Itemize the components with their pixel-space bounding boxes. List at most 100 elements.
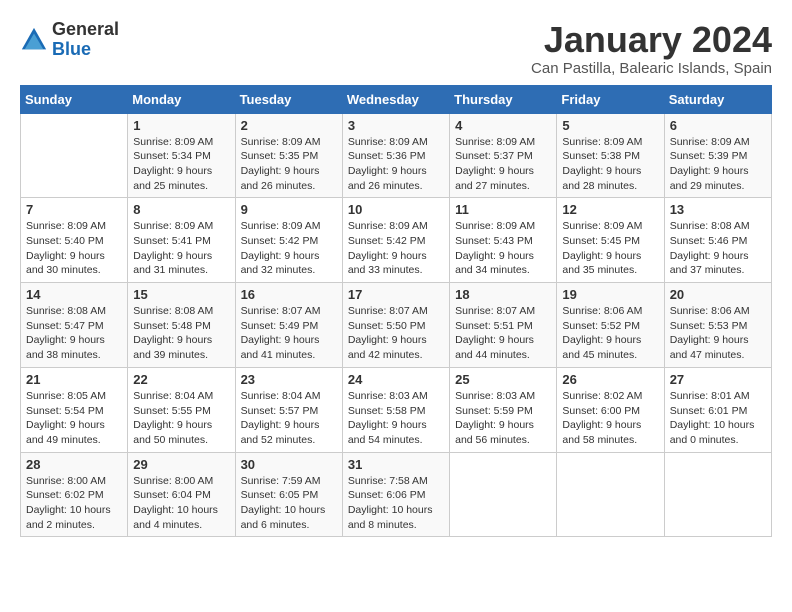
day-number: 8 [133, 202, 229, 217]
day-info: Sunrise: 8:04 AMSunset: 5:57 PMDaylight:… [241, 389, 337, 448]
day-number: 14 [26, 287, 122, 302]
day-number: 21 [26, 372, 122, 387]
day-number: 29 [133, 457, 229, 472]
day-number: 10 [348, 202, 444, 217]
day-number: 6 [670, 118, 766, 133]
calendar-week-row: 14 Sunrise: 8:08 AMSunset: 5:47 PMDayligh… [21, 283, 772, 368]
calendar-table: SundayMondayTuesdayWednesdayThursdayFrid… [20, 85, 772, 538]
calendar-cell: 13 Sunrise: 8:08 AMSunset: 5:46 PMDayligh… [664, 198, 771, 283]
day-info: Sunrise: 8:00 AMSunset: 6:02 PMDaylight:… [26, 474, 122, 533]
day-info: Sunrise: 8:03 AMSunset: 5:59 PMDaylight:… [455, 389, 551, 448]
weekday-header-row: SundayMondayTuesdayWednesdayThursdayFrid… [21, 85, 772, 113]
calendar-cell [557, 452, 664, 537]
calendar-cell: 2Sunrise: 8:09 AMSunset: 5:35 PMDaylight… [235, 113, 342, 198]
weekday-header-saturday: Saturday [664, 85, 771, 113]
month-title: January 2024 [531, 20, 772, 60]
calendar-cell: 21 Sunrise: 8:05 AMSunset: 5:54 PMDayligh… [21, 367, 128, 452]
day-info: Sunrise: 8:07 AMSunset: 5:51 PMDaylight:… [455, 304, 551, 363]
day-number: 24 [348, 372, 444, 387]
day-info: Sunrise: 8:08 AMSunset: 5:47 PMDaylight:… [26, 304, 122, 363]
day-info: Sunrise: 8:09 AMSunset: 5:43 PMDaylight:… [455, 219, 551, 278]
calendar-cell: 1 Sunrise: 8:09 AMSunset: 5:34 PMDaylight… [128, 113, 235, 198]
day-info: Sunrise: 8:01 AMSunset: 6:01 PMDaylight:… [670, 389, 766, 448]
day-info: Sunrise: 8:08 AMSunset: 5:46 PMDaylight:… [670, 219, 766, 278]
calendar-cell: 29 Sunrise: 8:00 AMSunset: 6:04 PMDayligh… [128, 452, 235, 537]
day-number: 31 [348, 457, 444, 472]
day-info: Sunrise: 8:00 AMSunset: 6:04 PMDaylight:… [133, 474, 229, 533]
calendar-week-row: 7 Sunrise: 8:09 AMSunset: 5:40 PMDaylight… [21, 198, 772, 283]
calendar-cell: 22 Sunrise: 8:04 AMSunset: 5:55 PMDayligh… [128, 367, 235, 452]
day-number: 15 [133, 287, 229, 302]
calendar-week-row: 28 Sunrise: 8:00 AMSunset: 6:02 PMDayligh… [21, 452, 772, 537]
calendar-cell: 8Sunrise: 8:09 AMSunset: 5:41 PMDaylight… [128, 198, 235, 283]
calendar-cell: 11 Sunrise: 8:09 AMSunset: 5:43 PMDayligh… [450, 198, 557, 283]
day-number: 9 [241, 202, 337, 217]
calendar-cell: 7 Sunrise: 8:09 AMSunset: 5:40 PMDaylight… [21, 198, 128, 283]
day-number: 28 [26, 457, 122, 472]
day-number: 13 [670, 202, 766, 217]
calendar-cell: 30Sunrise: 7:59 AMSunset: 6:05 PMDayligh… [235, 452, 342, 537]
day-number: 17 [348, 287, 444, 302]
day-info: Sunrise: 8:04 AMSunset: 5:55 PMDaylight:… [133, 389, 229, 448]
day-number: 25 [455, 372, 551, 387]
day-number: 7 [26, 202, 122, 217]
day-number: 16 [241, 287, 337, 302]
weekday-header-tuesday: Tuesday [235, 85, 342, 113]
day-number: 18 [455, 287, 551, 302]
calendar-week-row: 21 Sunrise: 8:05 AMSunset: 5:54 PMDayligh… [21, 367, 772, 452]
day-info: Sunrise: 8:09 AMSunset: 5:42 PMDaylight:… [241, 219, 337, 278]
day-number: 12 [562, 202, 658, 217]
calendar-cell: 10 Sunrise: 8:09 AMSunset: 5:42 PMDayligh… [342, 198, 449, 283]
day-info: Sunrise: 8:07 AMSunset: 5:49 PMDaylight:… [241, 304, 337, 363]
day-info: Sunrise: 8:03 AMSunset: 5:58 PMDaylight:… [348, 389, 444, 448]
day-number: 26 [562, 372, 658, 387]
day-number: 19 [562, 287, 658, 302]
calendar-cell: 5Sunrise: 8:09 AMSunset: 5:38 PMDaylight… [557, 113, 664, 198]
logo: General Blue [20, 20, 119, 60]
logo-text: General Blue [52, 20, 119, 60]
calendar-week-row: 1 Sunrise: 8:09 AMSunset: 5:34 PMDaylight… [21, 113, 772, 198]
calendar-cell: 19Sunrise: 8:06 AMSunset: 5:52 PMDayligh… [557, 283, 664, 368]
calendar-cell: 17 Sunrise: 8:07 AMSunset: 5:50 PMDayligh… [342, 283, 449, 368]
day-info: Sunrise: 8:05 AMSunset: 5:54 PMDaylight:… [26, 389, 122, 448]
calendar-cell: 20 Sunrise: 8:06 AMSunset: 5:53 PMDayligh… [664, 283, 771, 368]
day-number: 3 [348, 118, 444, 133]
day-number: 1 [133, 118, 229, 133]
day-number: 11 [455, 202, 551, 217]
day-info: Sunrise: 8:09 AMSunset: 5:40 PMDaylight:… [26, 219, 122, 278]
location-subtitle: Can Pastilla, Balearic Islands, Spain [531, 60, 772, 77]
calendar-cell: 26Sunrise: 8:02 AMSunset: 6:00 PMDayligh… [557, 367, 664, 452]
day-number: 22 [133, 372, 229, 387]
day-info: Sunrise: 8:09 AMSunset: 5:35 PMDaylight:… [241, 135, 337, 194]
calendar-cell: 9 Sunrise: 8:09 AMSunset: 5:42 PMDaylight… [235, 198, 342, 283]
day-info: Sunrise: 8:09 AMSunset: 5:42 PMDaylight:… [348, 219, 444, 278]
day-info: Sunrise: 8:09 AMSunset: 5:34 PMDaylight:… [133, 135, 229, 194]
page-header: General Blue January 2024 Can Pastilla, … [20, 20, 772, 77]
weekday-header-sunday: Sunday [21, 85, 128, 113]
day-number: 4 [455, 118, 551, 133]
calendar-cell: 12Sunrise: 8:09 AMSunset: 5:45 PMDayligh… [557, 198, 664, 283]
calendar-cell: 28 Sunrise: 8:00 AMSunset: 6:02 PMDayligh… [21, 452, 128, 537]
calendar-cell: 24 Sunrise: 8:03 AMSunset: 5:58 PMDayligh… [342, 367, 449, 452]
calendar-cell: 23Sunrise: 8:04 AMSunset: 5:57 PMDayligh… [235, 367, 342, 452]
day-info: Sunrise: 8:09 AMSunset: 5:39 PMDaylight:… [670, 135, 766, 194]
day-info: Sunrise: 8:09 AMSunset: 5:37 PMDaylight:… [455, 135, 551, 194]
weekday-header-monday: Monday [128, 85, 235, 113]
calendar-cell [450, 452, 557, 537]
calendar-cell: 6 Sunrise: 8:09 AMSunset: 5:39 PMDaylight… [664, 113, 771, 198]
day-number: 20 [670, 287, 766, 302]
calendar-cell [664, 452, 771, 537]
calendar-cell: 31 Sunrise: 7:58 AMSunset: 6:06 PMDayligh… [342, 452, 449, 537]
calendar-cell: 25 Sunrise: 8:03 AMSunset: 5:59 PMDayligh… [450, 367, 557, 452]
weekday-header-friday: Friday [557, 85, 664, 113]
weekday-header-thursday: Thursday [450, 85, 557, 113]
day-info: Sunrise: 8:08 AMSunset: 5:48 PMDaylight:… [133, 304, 229, 363]
day-info: Sunrise: 7:58 AMSunset: 6:06 PMDaylight:… [348, 474, 444, 533]
day-number: 30 [241, 457, 337, 472]
day-info: Sunrise: 8:09 AMSunset: 5:38 PMDaylight:… [562, 135, 658, 194]
calendar-cell: 14 Sunrise: 8:08 AMSunset: 5:47 PMDayligh… [21, 283, 128, 368]
day-info: Sunrise: 8:06 AMSunset: 5:53 PMDaylight:… [670, 304, 766, 363]
day-info: Sunrise: 8:07 AMSunset: 5:50 PMDaylight:… [348, 304, 444, 363]
calendar-body: 1 Sunrise: 8:09 AMSunset: 5:34 PMDaylight… [21, 113, 772, 537]
calendar-cell: 27Sunrise: 8:01 AMSunset: 6:01 PMDayligh… [664, 367, 771, 452]
